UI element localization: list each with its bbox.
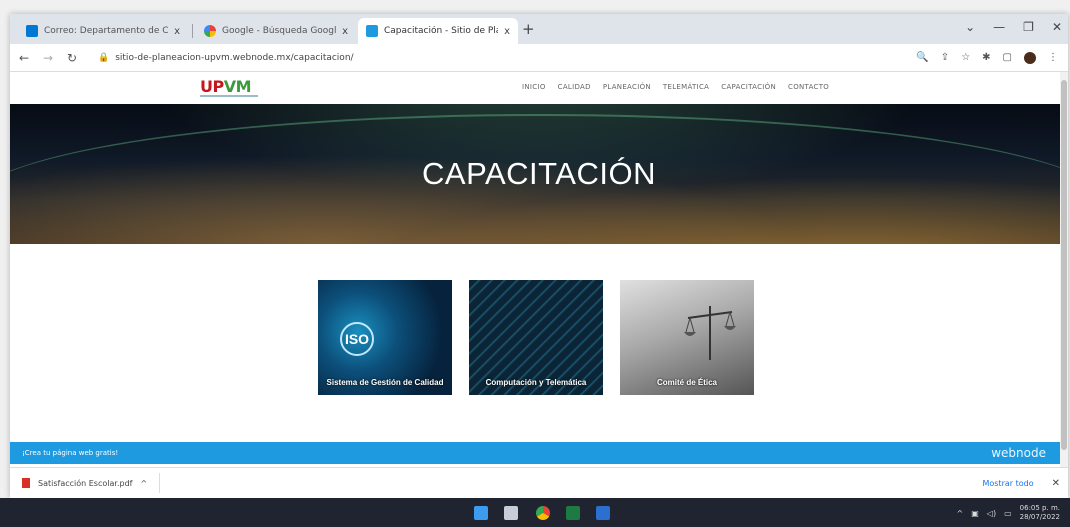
menu-item-contacto[interactable]: CONTACTO bbox=[788, 83, 829, 91]
tab-capacitacion[interactable]: Capacitación - Sitio de Planeación x bbox=[358, 18, 518, 44]
address-text: sitio-de-planeacion-upvm.webnode.mx/capa… bbox=[115, 52, 354, 63]
menu-item-inicio[interactable]: INICIO bbox=[522, 83, 546, 91]
card-comite-etica[interactable]: Comité de Ética bbox=[620, 280, 754, 395]
forward-icon[interactable]: → bbox=[38, 51, 58, 65]
download-item[interactable]: Satisfacción Escolar.pdf ^ bbox=[22, 473, 161, 493]
browser-toolbar: ← → ↻ 🔒 sitio-de-planeacion-upvm.webnode… bbox=[10, 44, 1068, 72]
web-page: UPVM INICIO CALIDAD PLANEACIÓN TELEMÁTIC… bbox=[10, 72, 1068, 467]
outlook-icon bbox=[26, 25, 38, 37]
iso-badge: ISO bbox=[340, 322, 374, 356]
clock[interactable]: 06:05 p. m. 28/07/2022 bbox=[1020, 504, 1060, 522]
close-icon[interactable]: x bbox=[504, 26, 510, 37]
promo-link[interactable]: ¡Crea tu página web gratis! bbox=[22, 449, 118, 457]
course-cards: ISO Sistema de Gestión de Calidad Comput… bbox=[318, 280, 754, 395]
tab-correo[interactable]: Correo: Departamento de Calid x bbox=[18, 18, 188, 44]
hero-banner: CAPACITACIÓN bbox=[10, 104, 1068, 244]
zoom-icon[interactable]: 🔍 bbox=[916, 52, 928, 63]
tab-title: Google - Búsqueda Google bbox=[222, 26, 337, 36]
screen: Correo: Departamento de Calid x Google -… bbox=[0, 0, 1070, 527]
lock-icon[interactable]: 🔒 bbox=[98, 53, 109, 63]
network-icon[interactable]: ▣ bbox=[971, 509, 979, 518]
share-icon[interactable]: ⇪ bbox=[941, 52, 949, 63]
menu-item-planeacion[interactable]: PLANEACIÓN bbox=[603, 83, 651, 91]
menu-kebab-icon[interactable]: ⋮ bbox=[1048, 52, 1058, 63]
window-controls: ⌄ — ❐ ✕ bbox=[965, 20, 1062, 34]
site-menu: INICIO CALIDAD PLANEACIÓN TELEMÁTICA CAP… bbox=[522, 83, 829, 91]
tab-title: Correo: Departamento de Calid bbox=[44, 26, 169, 36]
profile-avatar[interactable] bbox=[1024, 51, 1036, 64]
bookmark-star-icon[interactable]: ☆ bbox=[961, 52, 970, 63]
pdf-icon bbox=[22, 478, 30, 488]
webnode-icon bbox=[366, 25, 378, 37]
extensions-icon[interactable]: ✱ bbox=[982, 52, 990, 63]
task-view-icon[interactable] bbox=[504, 506, 518, 520]
card-caption: Sistema de Gestión de Calidad bbox=[326, 378, 444, 387]
close-icon[interactable]: x bbox=[342, 26, 348, 37]
volume-icon[interactable]: ◁) bbox=[987, 509, 996, 518]
card-computacion-telematica[interactable]: Computación y Telemática bbox=[469, 280, 603, 395]
battery-icon[interactable]: ▭ bbox=[1004, 509, 1012, 518]
back-icon[interactable]: ← bbox=[14, 51, 34, 65]
webnode-promo-bar: ¡Crea tu página web gratis! webnode bbox=[10, 442, 1060, 464]
tab-search-icon[interactable]: ⌄ bbox=[965, 20, 975, 34]
address-bar[interactable]: 🔒 sitio-de-planeacion-upvm.webnode.mx/ca… bbox=[92, 47, 912, 68]
system-tray: ^ ▣ ◁) ▭ 06:05 p. m. 28/07/2022 bbox=[957, 504, 1060, 522]
windows-taskbar: ^ ▣ ◁) ▭ 06:05 p. m. 28/07/2022 bbox=[0, 498, 1070, 527]
tab-title: Capacitación - Sitio de Planeación bbox=[384, 26, 498, 36]
page-scrollbar[interactable] bbox=[1060, 72, 1068, 472]
minimize-button[interactable]: — bbox=[993, 20, 1005, 34]
menu-item-capacitacion[interactable]: CAPACITACIÓN bbox=[721, 83, 776, 91]
upvm-logo[interactable]: UPVM bbox=[200, 77, 262, 99]
webnode-logo[interactable]: webnode bbox=[991, 446, 1046, 460]
tab-separator bbox=[192, 24, 193, 38]
chrome-taskbar-icon[interactable] bbox=[536, 506, 550, 520]
menu-item-telematica[interactable]: TELEMÁTICA bbox=[663, 83, 709, 91]
toolbar-actions: 🔍 ⇪ ☆ ✱ ▢ ⋮ bbox=[916, 51, 1068, 64]
windows-start-icon[interactable] bbox=[474, 506, 488, 520]
new-tab-button[interactable]: + bbox=[522, 20, 535, 38]
chevron-up-icon[interactable]: ^ bbox=[957, 509, 964, 518]
download-filename: Satisfacción Escolar.pdf bbox=[38, 478, 133, 488]
clock-time: 06:05 p. m. bbox=[1019, 504, 1060, 512]
site-header: UPVM INICIO CALIDAD PLANEACIÓN TELEMÁTIC… bbox=[10, 72, 1068, 104]
chevron-up-icon[interactable]: ^ bbox=[140, 479, 147, 488]
download-bar: Satisfacción Escolar.pdf ^ Mostrar todo … bbox=[10, 467, 1068, 498]
justice-scale-icon bbox=[684, 306, 736, 360]
close-window-button[interactable]: ✕ bbox=[1052, 20, 1062, 34]
card-caption: Comité de Ética bbox=[656, 378, 717, 387]
close-icon[interactable]: x bbox=[174, 26, 180, 37]
card-caption: Computación y Telemática bbox=[485, 378, 587, 387]
tab-strip: Correo: Departamento de Calid x Google -… bbox=[10, 14, 1068, 44]
clock-date: 28/07/2022 bbox=[1019, 513, 1060, 521]
reload-icon[interactable]: ↻ bbox=[62, 51, 82, 65]
scrollbar-thumb[interactable] bbox=[1061, 80, 1067, 450]
google-icon bbox=[204, 25, 216, 37]
word-taskbar-icon[interactable] bbox=[596, 506, 610, 520]
close-download-bar-icon[interactable]: ✕ bbox=[1052, 478, 1060, 489]
logo-text-up: UP bbox=[200, 77, 224, 96]
logo-text-vm: VM bbox=[223, 77, 252, 96]
browser-window: Correo: Departamento de Calid x Google -… bbox=[10, 14, 1068, 498]
page-title: CAPACITACIÓN bbox=[422, 156, 656, 191]
maximize-button[interactable]: ❐ bbox=[1023, 20, 1034, 34]
side-panel-icon[interactable]: ▢ bbox=[1003, 52, 1012, 63]
tab-google[interactable]: Google - Búsqueda Google x bbox=[196, 18, 356, 44]
show-all-downloads-link[interactable]: Mostrar todo bbox=[982, 479, 1033, 488]
excel-taskbar-icon[interactable] bbox=[566, 506, 580, 520]
card-sistema-gestion-calidad[interactable]: ISO Sistema de Gestión de Calidad bbox=[318, 280, 452, 395]
menu-item-calidad[interactable]: CALIDAD bbox=[558, 83, 591, 91]
